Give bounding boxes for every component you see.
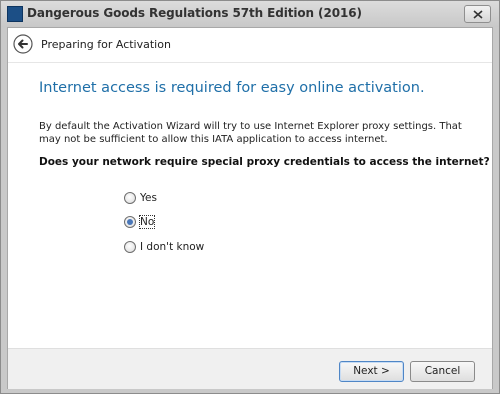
back-arrow-icon[interactable] <box>13 34 33 54</box>
cancel-button[interactable]: Cancel <box>410 361 475 382</box>
close-button[interactable] <box>464 5 491 23</box>
title-bar[interactable]: Dangerous Goods Regulations 57th Edition… <box>1 1 499 27</box>
iata-logo-icon <box>7 6 23 22</box>
proxy-question: Does your network require special proxy … <box>39 156 490 168</box>
main-heading: Internet access is required for easy onl… <box>39 80 425 96</box>
radio-yes[interactable] <box>124 192 136 204</box>
page-title: Preparing for Activation <box>41 38 171 51</box>
close-icon <box>473 10 483 19</box>
option-no-label[interactable]: No <box>138 215 156 229</box>
description-text: By default the Activation Wizard will tr… <box>39 121 462 145</box>
radio-dont-know[interactable] <box>124 241 136 253</box>
wizard-footer: Next > Cancel <box>8 348 492 389</box>
radio-no[interactable] <box>124 216 136 228</box>
wizard-header: Preparing for Activation <box>8 28 492 63</box>
option-yes-label[interactable]: Yes <box>140 192 157 204</box>
option-dont-know-label[interactable]: I don't know <box>140 241 204 253</box>
wizard-client-area: Preparing for Activation Internet access… <box>7 27 493 389</box>
activation-wizard-window: Dangerous Goods Regulations 57th Edition… <box>0 0 500 394</box>
next-button[interactable]: Next > <box>339 361 404 382</box>
window-title: Dangerous Goods Regulations 57th Edition… <box>27 6 362 20</box>
